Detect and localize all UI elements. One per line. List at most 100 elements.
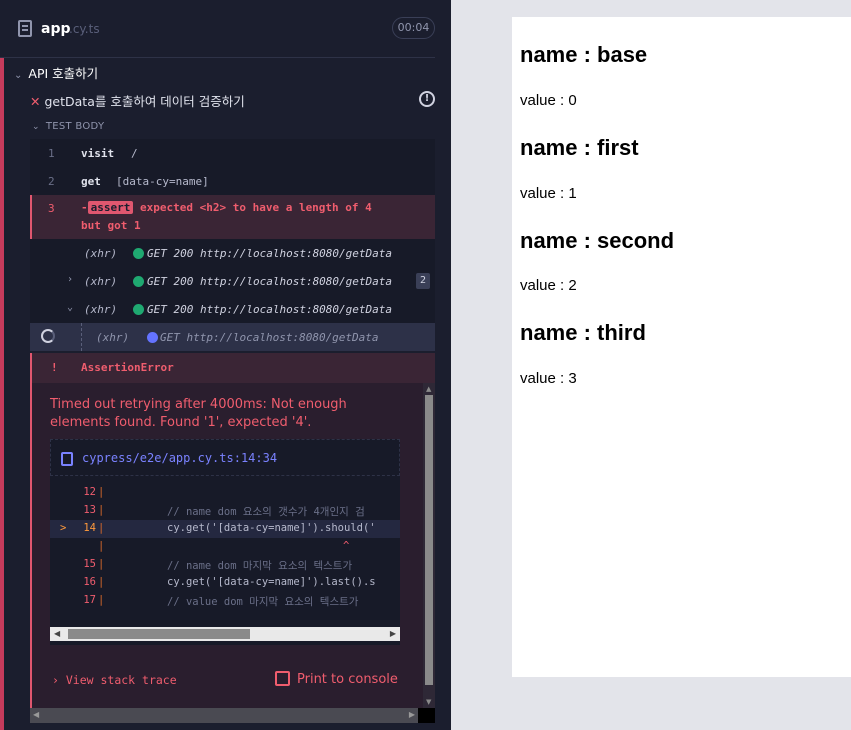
code-line: 13 | // name dom 요소의 갯수가 4개인지 검 <box>50 502 400 520</box>
code-text: cy.get('[data-cy=name]').last().s <box>167 576 376 588</box>
fail-x-icon: ✕ <box>30 94 41 109</box>
suite-title-row[interactable]: ⌄ API 호출하기 <box>14 63 98 81</box>
command-arg: [data-cy=name] <box>116 175 209 188</box>
gutter-pipe: | <box>98 576 105 588</box>
command-number: 1 <box>48 147 55 160</box>
assert-text: expected <h2> to have a length of 4 <box>140 201 372 214</box>
test-title: getData를 호출하여 데이터 검증하기 <box>44 94 245 109</box>
code-file-path: cypress/e2e/app.cy.ts:14:34 <box>82 451 278 465</box>
code-lines: 12 | 13 | // name dom 요소의 갯수가 4개인지 검 > 14 |… <box>50 484 400 610</box>
error-vertical-scrollbar[interactable]: ▲ ▼ <box>423 383 435 708</box>
item-name-heading: name : base <box>520 42 648 67</box>
request-count-badge: 2 <box>416 273 430 289</box>
item-name-heading: name : third <box>520 320 646 345</box>
failed-command-row[interactable]: 3 - assert expected <h2> to have a length… <box>30 195 435 239</box>
scrollbar-thumb[interactable] <box>68 629 250 639</box>
item-value: value : 1 <box>520 185 577 202</box>
line-number: 17 <box>83 594 96 606</box>
xhr-label: (xhr) <box>96 331 130 344</box>
code-text: // name dom 요소의 갯수가 4개인지 검 <box>167 506 365 518</box>
terminal-icon <box>275 671 290 686</box>
divider <box>81 323 82 351</box>
xhr-request: GET 200 http://localhost:8080/getData <box>147 247 393 260</box>
command-number: 2 <box>48 175 55 188</box>
scroll-left-icon[interactable]: ◀ <box>54 629 60 638</box>
pending-xhr-row[interactable]: (xhr) GET http://localhost:8080/getData <box>30 323 435 351</box>
scrollbar-corner <box>418 708 435 723</box>
command-arg: / <box>131 147 138 160</box>
item-value: value : 0 <box>520 92 577 109</box>
alert-circle-icon[interactable]: ! <box>419 91 435 107</box>
code-line-current: > 14 | cy.get('[data-cy=name]').should(' <box>50 520 400 538</box>
scroll-right-icon[interactable]: ▶ <box>409 710 415 719</box>
error-title: AssertionError <box>81 361 174 374</box>
assert-prefix: - <box>81 201 88 214</box>
gutter-pipe: | <box>98 540 105 552</box>
assert-message: - assert expected <h2> to have a length o… <box>81 201 372 214</box>
xhr-label: (xhr) <box>84 275 118 288</box>
xhr-label: (xhr) <box>84 247 118 260</box>
chevron-right-icon[interactable]: › <box>67 274 73 285</box>
xhr-request: GET http://localhost:8080/getData <box>160 331 379 344</box>
scroll-down-icon[interactable]: ▼ <box>426 698 431 706</box>
chevron-down-icon: ⌄ <box>32 122 40 132</box>
code-line: 15 | // name dom 마지막 요소의 텍스트가 <box>50 556 400 574</box>
stack-trace-label: View stack trace <box>65 673 177 687</box>
run-duration: 00:04 <box>392 17 435 39</box>
test-body-toggle[interactable]: ⌄ TEST BODY <box>32 121 104 132</box>
chevron-down-icon: ⌄ <box>14 70 23 81</box>
xhr-row[interactable]: ⌄ (xhr) GET 200 http://localhost:8080/ge… <box>30 295 435 323</box>
code-line: 17 | // value dom 마지막 요소의 텍스트가 <box>50 592 400 610</box>
print-to-console-button[interactable]: Print to console <box>275 671 398 687</box>
line-number: 14 <box>83 522 96 534</box>
failure-indicator-bar <box>0 58 4 730</box>
spec-name[interactable]: app <box>41 21 71 37</box>
print-label: Print to console <box>297 672 398 687</box>
error-bang: ! <box>51 361 58 374</box>
error-message: Timed out retrying after 4000ms: Not eno… <box>50 397 347 430</box>
xhr-row[interactable]: › (xhr) GET 200 http://localhost:8080/ge… <box>30 267 435 295</box>
item-value: value : 3 <box>520 370 577 387</box>
app-preview-iframe: name : base value : 0 name : first value… <box>512 17 851 677</box>
status-dot-icon <box>133 304 144 315</box>
xhr-request: GET 200 http://localhost:8080/getData <box>147 303 393 316</box>
test-title-row[interactable]: ✕ getData를 호출하여 데이터 검증하기 ! <box>30 91 435 111</box>
reporter-horizontal-scrollbar[interactable]: ◀ ▶ <box>30 708 418 723</box>
view-stack-trace-button[interactable]: › View stack trace <box>52 673 177 687</box>
code-horizontal-scrollbar[interactable]: ◀ ▶ <box>50 627 400 641</box>
scrollbar-thumb[interactable] <box>425 395 433 685</box>
code-line: 12 | <box>50 484 400 502</box>
spec-header: app .cy.ts 00:04 <box>0 0 435 58</box>
gutter-pipe: | <box>98 594 105 606</box>
command-log: 1 visit / 2 get [data-cy=name] 3 - assert… <box>30 139 435 351</box>
code-file-link[interactable]: cypress/e2e/app.cy.ts:14:34 <box>50 439 400 476</box>
scroll-up-icon[interactable]: ▲ <box>426 385 431 393</box>
command-name: get <box>81 175 101 188</box>
command-name: visit <box>81 147 115 160</box>
line-number: 13 <box>83 504 96 516</box>
item-name-heading: name : second <box>520 228 675 253</box>
code-line: 16 | cy.get('[data-cy=name]').last().s <box>50 574 400 592</box>
scroll-right-icon[interactable]: ▶ <box>390 629 396 638</box>
scroll-left-icon[interactable]: ◀ <box>33 710 39 719</box>
line-number: 12 <box>83 486 96 498</box>
line-number: 15 <box>83 558 96 570</box>
chevron-right-icon: › <box>52 673 59 687</box>
document-icon <box>18 20 32 37</box>
suite-title: API 호출하기 <box>28 66 99 81</box>
gutter-pipe: | <box>98 504 105 516</box>
assert-message-cont: but got 1 <box>81 219 141 232</box>
file-icon <box>61 452 73 466</box>
section-label: TEST BODY <box>45 121 105 132</box>
gutter-pipe: | <box>98 558 105 570</box>
command-row[interactable]: 1 visit / <box>30 139 435 167</box>
loading-spinner-icon <box>41 329 55 343</box>
error-caret-icon: ^ <box>343 540 350 552</box>
code-text: // name dom 마지막 요소의 텍스트가 <box>167 560 353 572</box>
chevron-down-icon[interactable]: ⌄ <box>67 302 73 313</box>
xhr-row[interactable]: (xhr) GET 200 http://localhost:8080/getD… <box>30 239 435 267</box>
command-row[interactable]: 2 get [data-cy=name] <box>30 167 435 195</box>
current-line-arrow-icon: > <box>60 522 67 534</box>
gutter-pipe: | <box>98 522 105 534</box>
gutter-pipe: | <box>98 486 105 498</box>
